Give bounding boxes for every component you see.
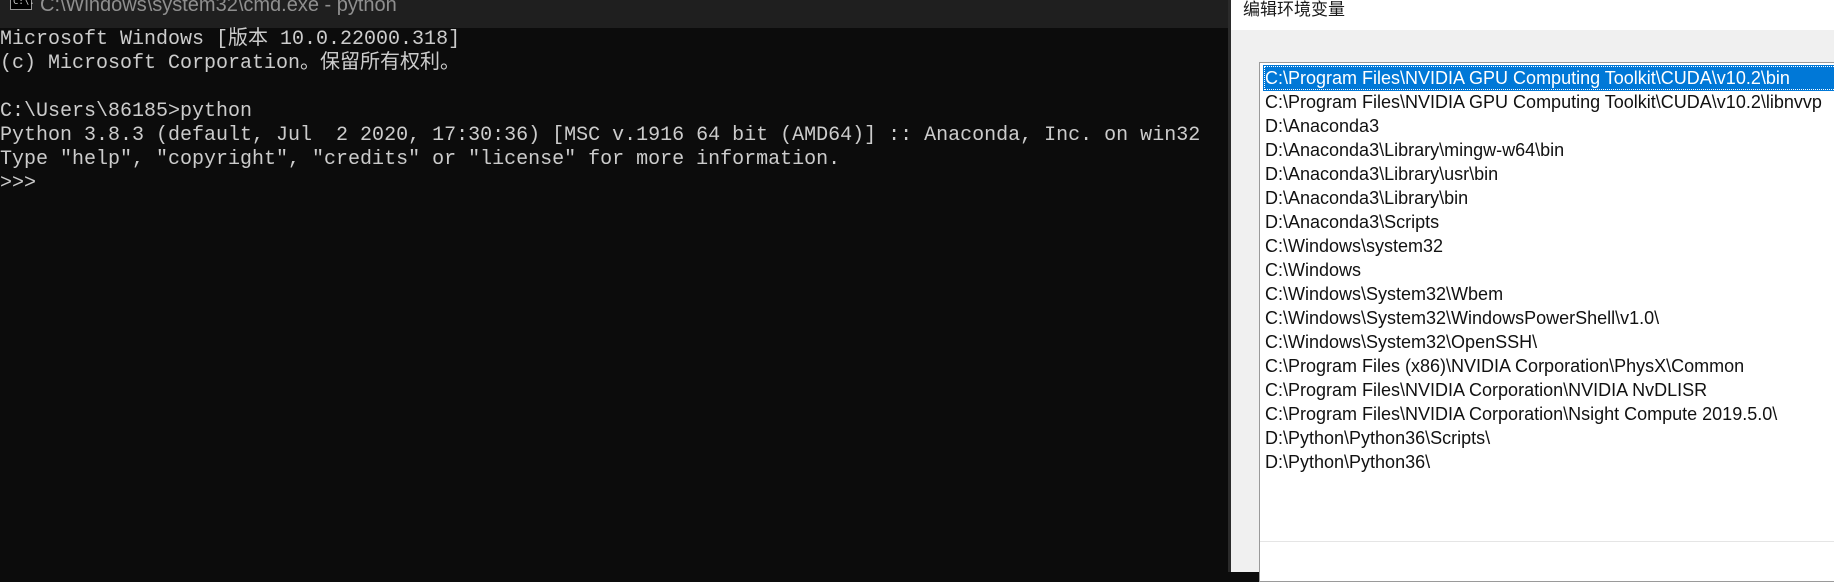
path-list-item[interactable]: D:\Anaconda3\Library\mingw-w64\bin [1263,137,1834,163]
path-list-item[interactable]: C:\Windows\System32\OpenSSH\ [1263,329,1834,355]
path-list-item[interactable]: D:\Python\Python36\Scripts\ [1263,425,1834,451]
path-list-item[interactable]: D:\Anaconda3\Library\usr\bin [1263,161,1834,187]
console-line: (c) Microsoft Corporation。保留所有权利。 [0,52,461,75]
path-list[interactable]: C:\Program Files\NVIDIA GPU Computing To… [1259,62,1834,582]
path-list-item[interactable]: D:\Anaconda3 [1263,113,1834,139]
path-list-item[interactable]: C:\Program Files\NVIDIA GPU Computing To… [1263,89,1834,115]
console-line: Python 3.8.3 (default, Jul 2 2020, 17:30… [0,124,1201,147]
path-list-item[interactable]: D:\Anaconda3\Scripts [1263,209,1834,235]
path-list-item[interactable]: C:\Windows\System32\Wbem [1263,281,1834,307]
path-list-item[interactable]: C:\Windows\system32 [1263,233,1834,259]
cmd-window[interactable]: C:\. C:\Windows\system32\cmd.exe - pytho… [0,0,1228,572]
list-divider [1260,541,1834,542]
python-prompt[interactable]: >>> [0,172,1228,196]
path-list-item[interactable]: C:\Program Files (x86)\NVIDIA Corporatio… [1263,353,1834,379]
path-list-item[interactable]: C:\Program Files\NVIDIA Corporation\Nsig… [1263,401,1834,427]
console-line: Microsoft Windows [版本 10.0.22000.318] [0,28,461,51]
cmd-console-output[interactable]: Microsoft Windows [版本 10.0.22000.318] (c… [0,28,1228,196]
path-list-item[interactable]: C:\Windows\System32\WindowsPowerShell\v1… [1263,305,1834,331]
dialog-title: 编辑环境变量 [1243,0,1345,20]
path-list-item[interactable]: D:\Anaconda3\Library\bin [1263,185,1834,211]
edit-env-var-dialog[interactable]: 编辑环境变量 C:\Program Files\NVIDIA GPU Compu… [1228,0,1834,582]
path-list-item[interactable]: C:\Program Files\NVIDIA Corporation\NVID… [1263,377,1834,403]
console-line: Type "help", "copyright", "credits" or "… [0,148,841,171]
console-line: C:\Users\86185>python [0,100,253,123]
path-list-item[interactable]: D:\Python\Python36\ [1263,449,1834,475]
path-list-item[interactable]: C:\Program Files\NVIDIA GPU Computing To… [1263,65,1834,91]
cmd-app-icon: C:\. [10,0,35,10]
cmd-titlebar[interactable]: C:\. C:\Windows\system32\cmd.exe - pytho… [0,0,1228,28]
cmd-window-title: C:\Windows\system32\cmd.exe - python [40,0,397,16]
path-list-item[interactable]: C:\Windows [1263,257,1834,283]
dialog-titlebar[interactable]: 编辑环境变量 [1231,0,1834,30]
dialog-border [1228,0,1231,572]
